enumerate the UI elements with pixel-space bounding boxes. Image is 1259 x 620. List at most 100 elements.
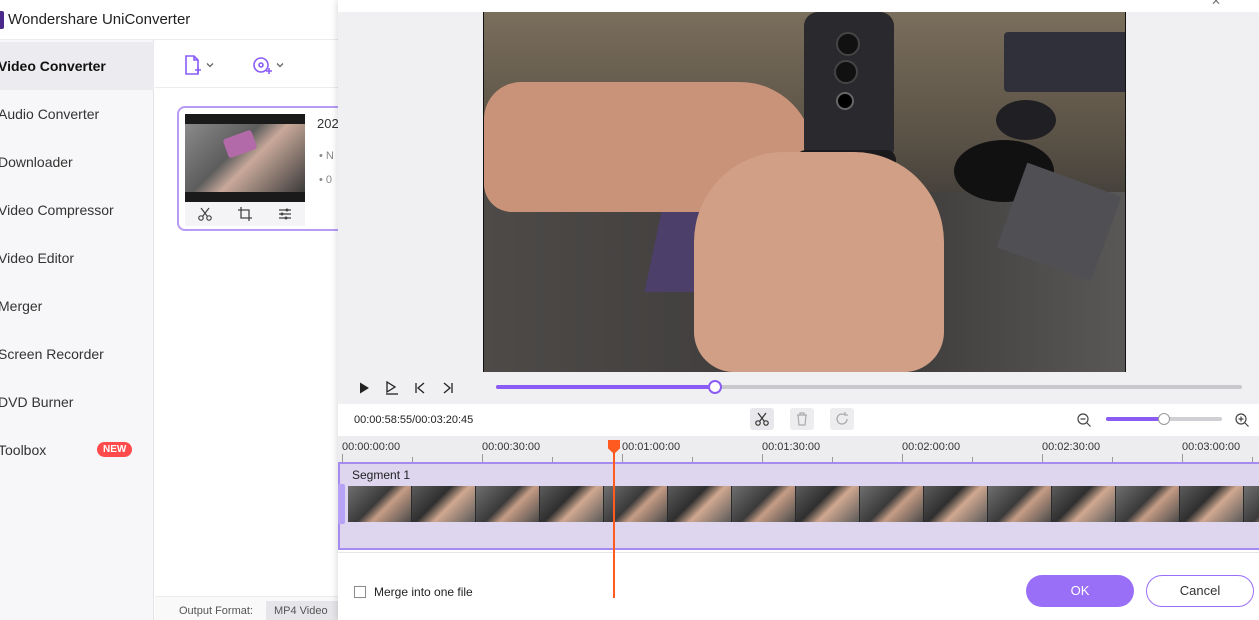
timeline-tick-label: 00:02:00:00	[902, 441, 961, 453]
sidebar-item-toolbox[interactable]: Toolbox NEW	[0, 426, 154, 474]
timeline-tick-label: 00:01:30:00	[762, 441, 821, 453]
zoom-out-icon	[1077, 413, 1091, 427]
timeline-toolbar: 00:00:58:55/00:03:20:45	[338, 404, 1259, 436]
play-button[interactable]	[354, 378, 374, 398]
zoom-in-button[interactable]	[1234, 412, 1250, 431]
file-meta-line: • 0	[319, 174, 333, 186]
app-root: Wondershare UniConverter Video Converter…	[0, 0, 1259, 620]
zoom-in-icon	[1235, 413, 1249, 427]
previous-frame-button[interactable]	[410, 378, 430, 398]
cancel-button[interactable]: Cancel	[1146, 575, 1254, 607]
timeline-tick	[902, 454, 903, 462]
timeline-tick-label: 00:03:00:00	[1182, 441, 1241, 453]
timeline-ruler[interactable]: 00:00:00:00 00:00:30:00 00:01:00:00 00:01:3…	[338, 436, 1259, 462]
sidebar-item-downloader[interactable]: Downloader	[0, 138, 154, 186]
scissors-icon[interactable]	[197, 206, 213, 222]
app-logo-icon	[0, 11, 4, 29]
video-keyboard	[1004, 32, 1125, 92]
timeline-tick-label: 00:00:00:00	[342, 441, 401, 453]
segment-label: Segment 1	[352, 468, 411, 482]
time-readout: 00:00:58:55/00:03:20:45	[354, 414, 474, 426]
timeline-tick	[622, 454, 623, 462]
video-hand-right	[694, 152, 944, 372]
trash-icon	[797, 412, 807, 426]
next-frame-icon	[443, 382, 453, 394]
scissors-icon	[755, 412, 769, 426]
sidebar-item-label: Downloader	[0, 154, 73, 170]
sidebar-item-label: Video Converter	[0, 58, 106, 74]
file-card[interactable]: 202 • N • 0	[177, 106, 352, 231]
sidebar-item-video-converter[interactable]: Video Converter	[0, 42, 154, 90]
output-format-select[interactable]: MP4 Video	[266, 601, 338, 620]
sidebar-item-audio-converter[interactable]: Audio Converter	[0, 90, 154, 138]
filmstrip-frame	[988, 486, 1052, 522]
progress-fill	[496, 385, 716, 389]
reset-button[interactable]	[830, 408, 854, 430]
new-badge: NEW	[97, 442, 133, 457]
add-disc-button[interactable]	[251, 52, 285, 78]
file-meta-text: 0	[325, 174, 333, 186]
sidebar-item-label: Video Editor	[0, 250, 75, 266]
sidebar-item-video-editor[interactable]: Video Editor	[0, 234, 154, 282]
segment-start-handle[interactable]	[338, 484, 345, 524]
sidebar: Video Converter Audio Converter Download…	[0, 40, 154, 620]
timeline-tick-label: 00:02:30:00	[1042, 441, 1101, 453]
filmstrip-frame	[860, 486, 924, 522]
playback-controls	[338, 372, 1259, 404]
ok-button[interactable]: OK	[1026, 575, 1134, 607]
filmstrip-frame	[476, 486, 540, 522]
filmstrip	[348, 486, 1259, 522]
app-titlebar: Wondershare UniConverter	[0, 0, 338, 40]
timeline-tick	[1182, 454, 1183, 462]
zoom-slider[interactable]	[1106, 413, 1222, 425]
sidebar-item-label: Merger	[0, 298, 43, 314]
main-toolbar	[155, 40, 338, 88]
sidebar-item-label: Video Compressor	[0, 202, 114, 218]
app-title: Wondershare UniConverter	[8, 11, 191, 28]
card-toolbar	[185, 202, 305, 226]
merge-checkbox[interactable]	[354, 586, 366, 598]
sidebar-item-dvd-burner[interactable]: DVD Burner	[0, 378, 154, 426]
add-files-button[interactable]	[181, 52, 215, 78]
add-file-icon	[185, 55, 201, 75]
close-icon[interactable]: ✕	[1211, 0, 1221, 8]
output-format-label: Output Format:	[179, 605, 253, 617]
sidebar-item-label: Screen Recorder	[0, 346, 104, 362]
mark-in-button[interactable]	[382, 378, 402, 398]
video-preview	[483, 12, 1126, 372]
mark-in-icon	[386, 380, 398, 395]
progress-handle[interactable]	[708, 380, 723, 394]
crop-icon[interactable]	[237, 206, 253, 222]
output-format-bar: Output Format: MP4 Video	[155, 596, 338, 620]
video-thumbnail	[185, 114, 305, 202]
sidebar-item-label: DVD Burner	[0, 394, 74, 410]
playhead-line	[613, 452, 615, 598]
zoom-handle[interactable]	[1158, 413, 1170, 425]
sidebar-item-screen-recorder[interactable]: Screen Recorder	[0, 330, 154, 378]
file-title: 202	[317, 116, 339, 131]
filmstrip-frame	[348, 486, 412, 522]
segment-track[interactable]: Segment 1	[338, 462, 1259, 550]
filmstrip-frame	[1180, 486, 1244, 522]
zoom-out-button[interactable]	[1076, 412, 1092, 431]
effects-list-icon[interactable]	[277, 206, 293, 222]
delete-button[interactable]	[790, 408, 814, 430]
playback-progress-slider[interactable]	[496, 380, 1242, 394]
trim-dialog: ✕ 00:00:58:55/00:03:20:45 00:00:00:00 00…	[338, 0, 1259, 620]
filmstrip-frame	[732, 486, 796, 522]
cut-button[interactable]	[750, 408, 774, 430]
sidebar-item-video-compressor[interactable]: Video Compressor	[0, 186, 154, 234]
refresh-icon	[836, 412, 848, 425]
video-preview-area	[338, 12, 1259, 372]
play-icon	[360, 382, 369, 394]
sidebar-item-merger[interactable]: Merger	[0, 282, 154, 330]
filmstrip-frame	[540, 486, 604, 522]
timeline-tick	[1042, 454, 1043, 462]
filmstrip-frame	[412, 486, 476, 522]
next-frame-button[interactable]	[438, 378, 458, 398]
merge-label: Merge into one file	[374, 585, 473, 599]
timeline-tick-label: 00:01:00:00	[622, 441, 681, 453]
sidebar-item-label: Audio Converter	[0, 106, 100, 122]
chevron-down-icon	[276, 63, 284, 68]
sidebar-item-label: Toolbox	[0, 442, 47, 458]
